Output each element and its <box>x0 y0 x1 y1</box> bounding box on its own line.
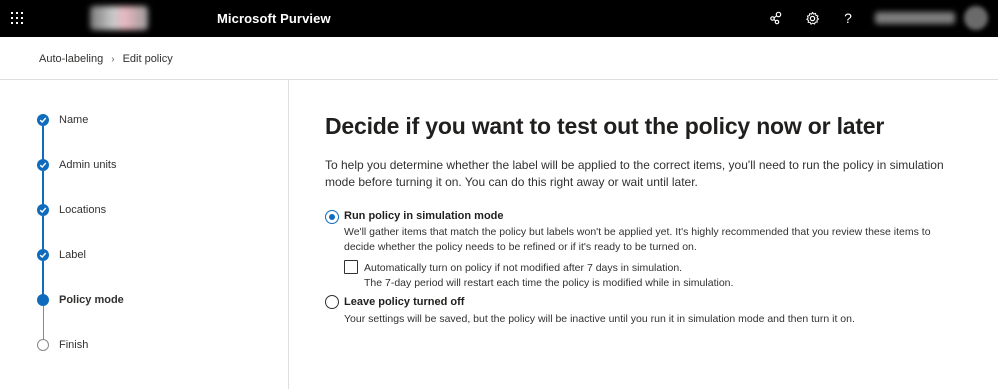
option-leave-off-title[interactable]: Leave policy turned off <box>344 296 464 308</box>
step-pending-circle-icon <box>37 339 49 351</box>
option-run-simulation-description: We'll gather items that match the policy… <box>344 226 931 253</box>
waffle-icon[interactable] <box>9 10 25 26</box>
step-complete-check-icon <box>37 159 49 171</box>
breadcrumb-edit-policy: Edit policy <box>122 53 173 65</box>
radio-leave-off[interactable] <box>325 295 339 309</box>
gear-icon[interactable] <box>803 9 821 27</box>
step-connector <box>42 126 44 160</box>
step-policy-mode[interactable]: Policy mode <box>59 294 124 306</box>
step-locations[interactable]: Locations <box>59 204 106 216</box>
breadcrumb-auto-labeling[interactable]: Auto-labeling <box>39 53 103 65</box>
step-connector <box>42 261 44 295</box>
app-title[interactable]: Microsoft Purview <box>217 11 331 26</box>
share-icon[interactable] <box>767 9 785 27</box>
chevron-right-icon: › <box>111 53 115 65</box>
page-title: Decide if you want to test out the polic… <box>325 113 885 139</box>
sidebar-divider <box>288 80 289 389</box>
step-label[interactable]: Label <box>59 249 86 261</box>
breadcrumb: Auto-labeling › Edit policy <box>39 53 173 65</box>
option-leave-off-description: Your settings will be saved, but the pol… <box>344 313 855 325</box>
avatar[interactable] <box>964 6 988 30</box>
tenant-logo <box>90 6 148 30</box>
help-icon[interactable]: ? <box>839 9 857 27</box>
step-connector <box>42 171 44 205</box>
page-description: To help you determine whether the label … <box>325 158 944 189</box>
step-connector <box>42 306 44 340</box>
option-run-simulation-title[interactable]: Run policy in simulation mode <box>344 210 504 222</box>
auto-turn-on-checkbox[interactable] <box>344 260 358 274</box>
auto-turn-on-sublabel: The 7-day period will restart each time … <box>364 277 734 289</box>
step-complete-check-icon <box>37 249 49 261</box>
radio-run-simulation[interactable] <box>325 210 339 224</box>
top-bar: Microsoft Purview ? <box>0 0 998 37</box>
step-complete-check-icon <box>37 114 49 126</box>
user-name[interactable] <box>875 12 955 24</box>
step-admin-units[interactable]: Admin units <box>59 159 116 171</box>
step-connector <box>42 216 44 250</box>
step-complete-check-icon <box>37 204 49 216</box>
step-name[interactable]: Name <box>59 114 88 126</box>
auto-turn-on-label[interactable]: Automatically turn on policy if not modi… <box>364 261 682 276</box>
wizard-steps: Name Admin units Locations Label Policy … <box>0 80 288 389</box>
step-current-dot-icon <box>37 294 49 306</box>
step-finish: Finish <box>59 339 89 351</box>
